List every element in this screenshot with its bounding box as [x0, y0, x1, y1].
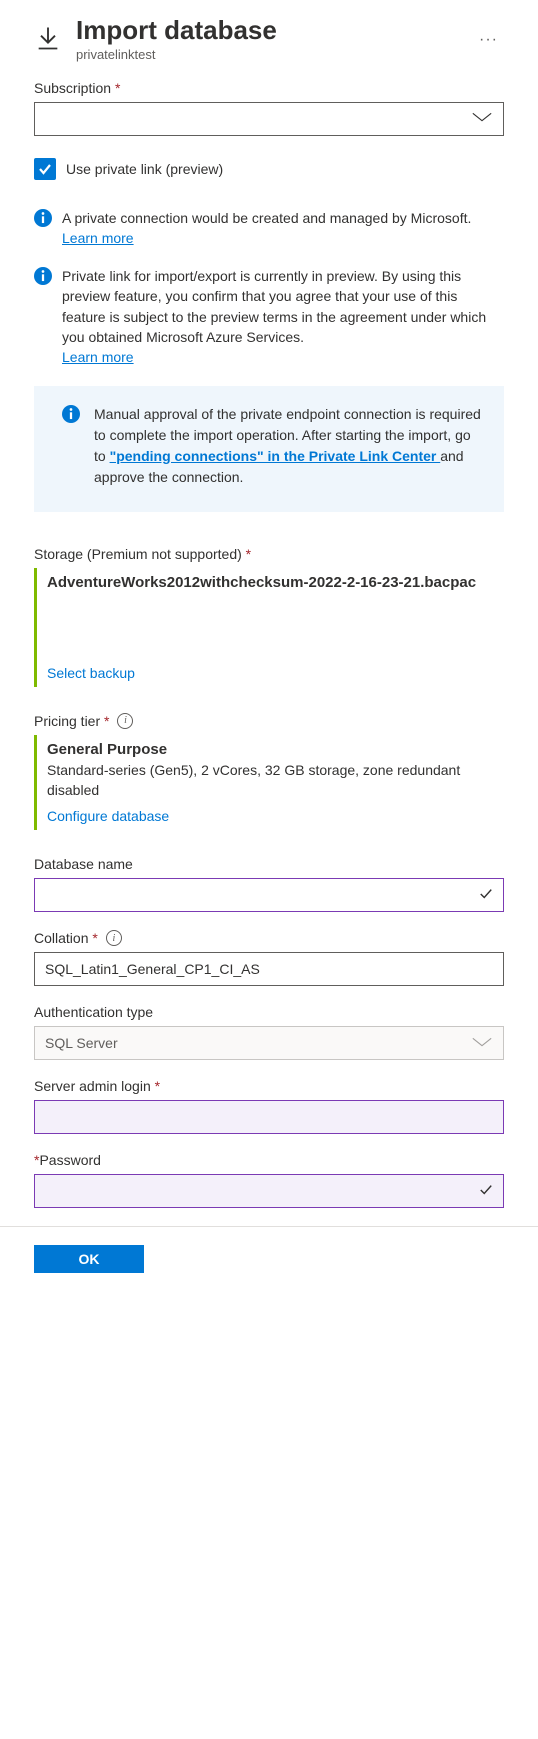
configure-database-link[interactable]: Configure database — [47, 808, 169, 824]
pricing-tier-name: General Purpose — [47, 741, 498, 758]
info-icon — [34, 267, 52, 285]
download-icon — [34, 24, 62, 60]
subscription-dropdown[interactable] — [34, 102, 504, 136]
check-icon — [479, 1183, 493, 1200]
storage-label: Storage (Premium not supported) * — [34, 546, 504, 562]
learn-more-link-2[interactable]: Learn more — [62, 347, 134, 367]
info-privateconn-text: A private connection would be created an… — [62, 210, 471, 226]
info-icon — [34, 209, 52, 227]
select-backup-link[interactable]: Select backup — [47, 665, 135, 681]
info-icon[interactable]: i — [106, 930, 122, 946]
use-private-link-label: Use private link (preview) — [66, 161, 223, 177]
chevron-down-icon — [471, 1035, 493, 1052]
pricing-tier-details: Standard-series (Gen5), 2 vCores, 32 GB … — [47, 760, 498, 801]
auth-type-label: Authentication type — [34, 1004, 504, 1020]
chevron-down-icon — [471, 110, 493, 127]
collation-label: Collation * i — [34, 930, 504, 946]
page-subtitle: privatelinktest — [76, 47, 459, 62]
callout-text: Manual approval of the private endpoint … — [94, 404, 484, 488]
pricing-tier-label: Pricing tier * i — [34, 713, 504, 729]
use-private-link-checkbox[interactable] — [34, 158, 56, 180]
collation-input[interactable] — [34, 952, 504, 986]
database-name-input[interactable] — [34, 878, 504, 912]
check-icon — [479, 887, 493, 904]
ok-button[interactable]: OK — [34, 1245, 144, 1273]
page-title: Import database — [76, 16, 459, 45]
storage-filename: AdventureWorks2012withchecksum-2022-2-16… — [47, 574, 498, 591]
admin-login-label: Server admin login * — [34, 1078, 504, 1094]
more-button[interactable]: ··· — [473, 26, 504, 54]
database-name-label: Database name — [34, 856, 504, 872]
password-label: *Password — [34, 1152, 504, 1168]
admin-login-input[interactable] — [34, 1100, 504, 1134]
learn-more-link-1[interactable]: Learn more — [62, 228, 134, 248]
info-preview-text: Private link for import/export is curren… — [62, 268, 486, 345]
password-input[interactable] — [34, 1174, 504, 1208]
subscription-label: Subscription * — [34, 80, 504, 96]
info-icon[interactable]: i — [117, 713, 133, 729]
auth-type-dropdown[interactable]: SQL Server — [34, 1026, 504, 1060]
pending-connections-link[interactable]: "pending connections" in the Private Lin… — [110, 448, 441, 464]
info-icon — [62, 405, 80, 423]
